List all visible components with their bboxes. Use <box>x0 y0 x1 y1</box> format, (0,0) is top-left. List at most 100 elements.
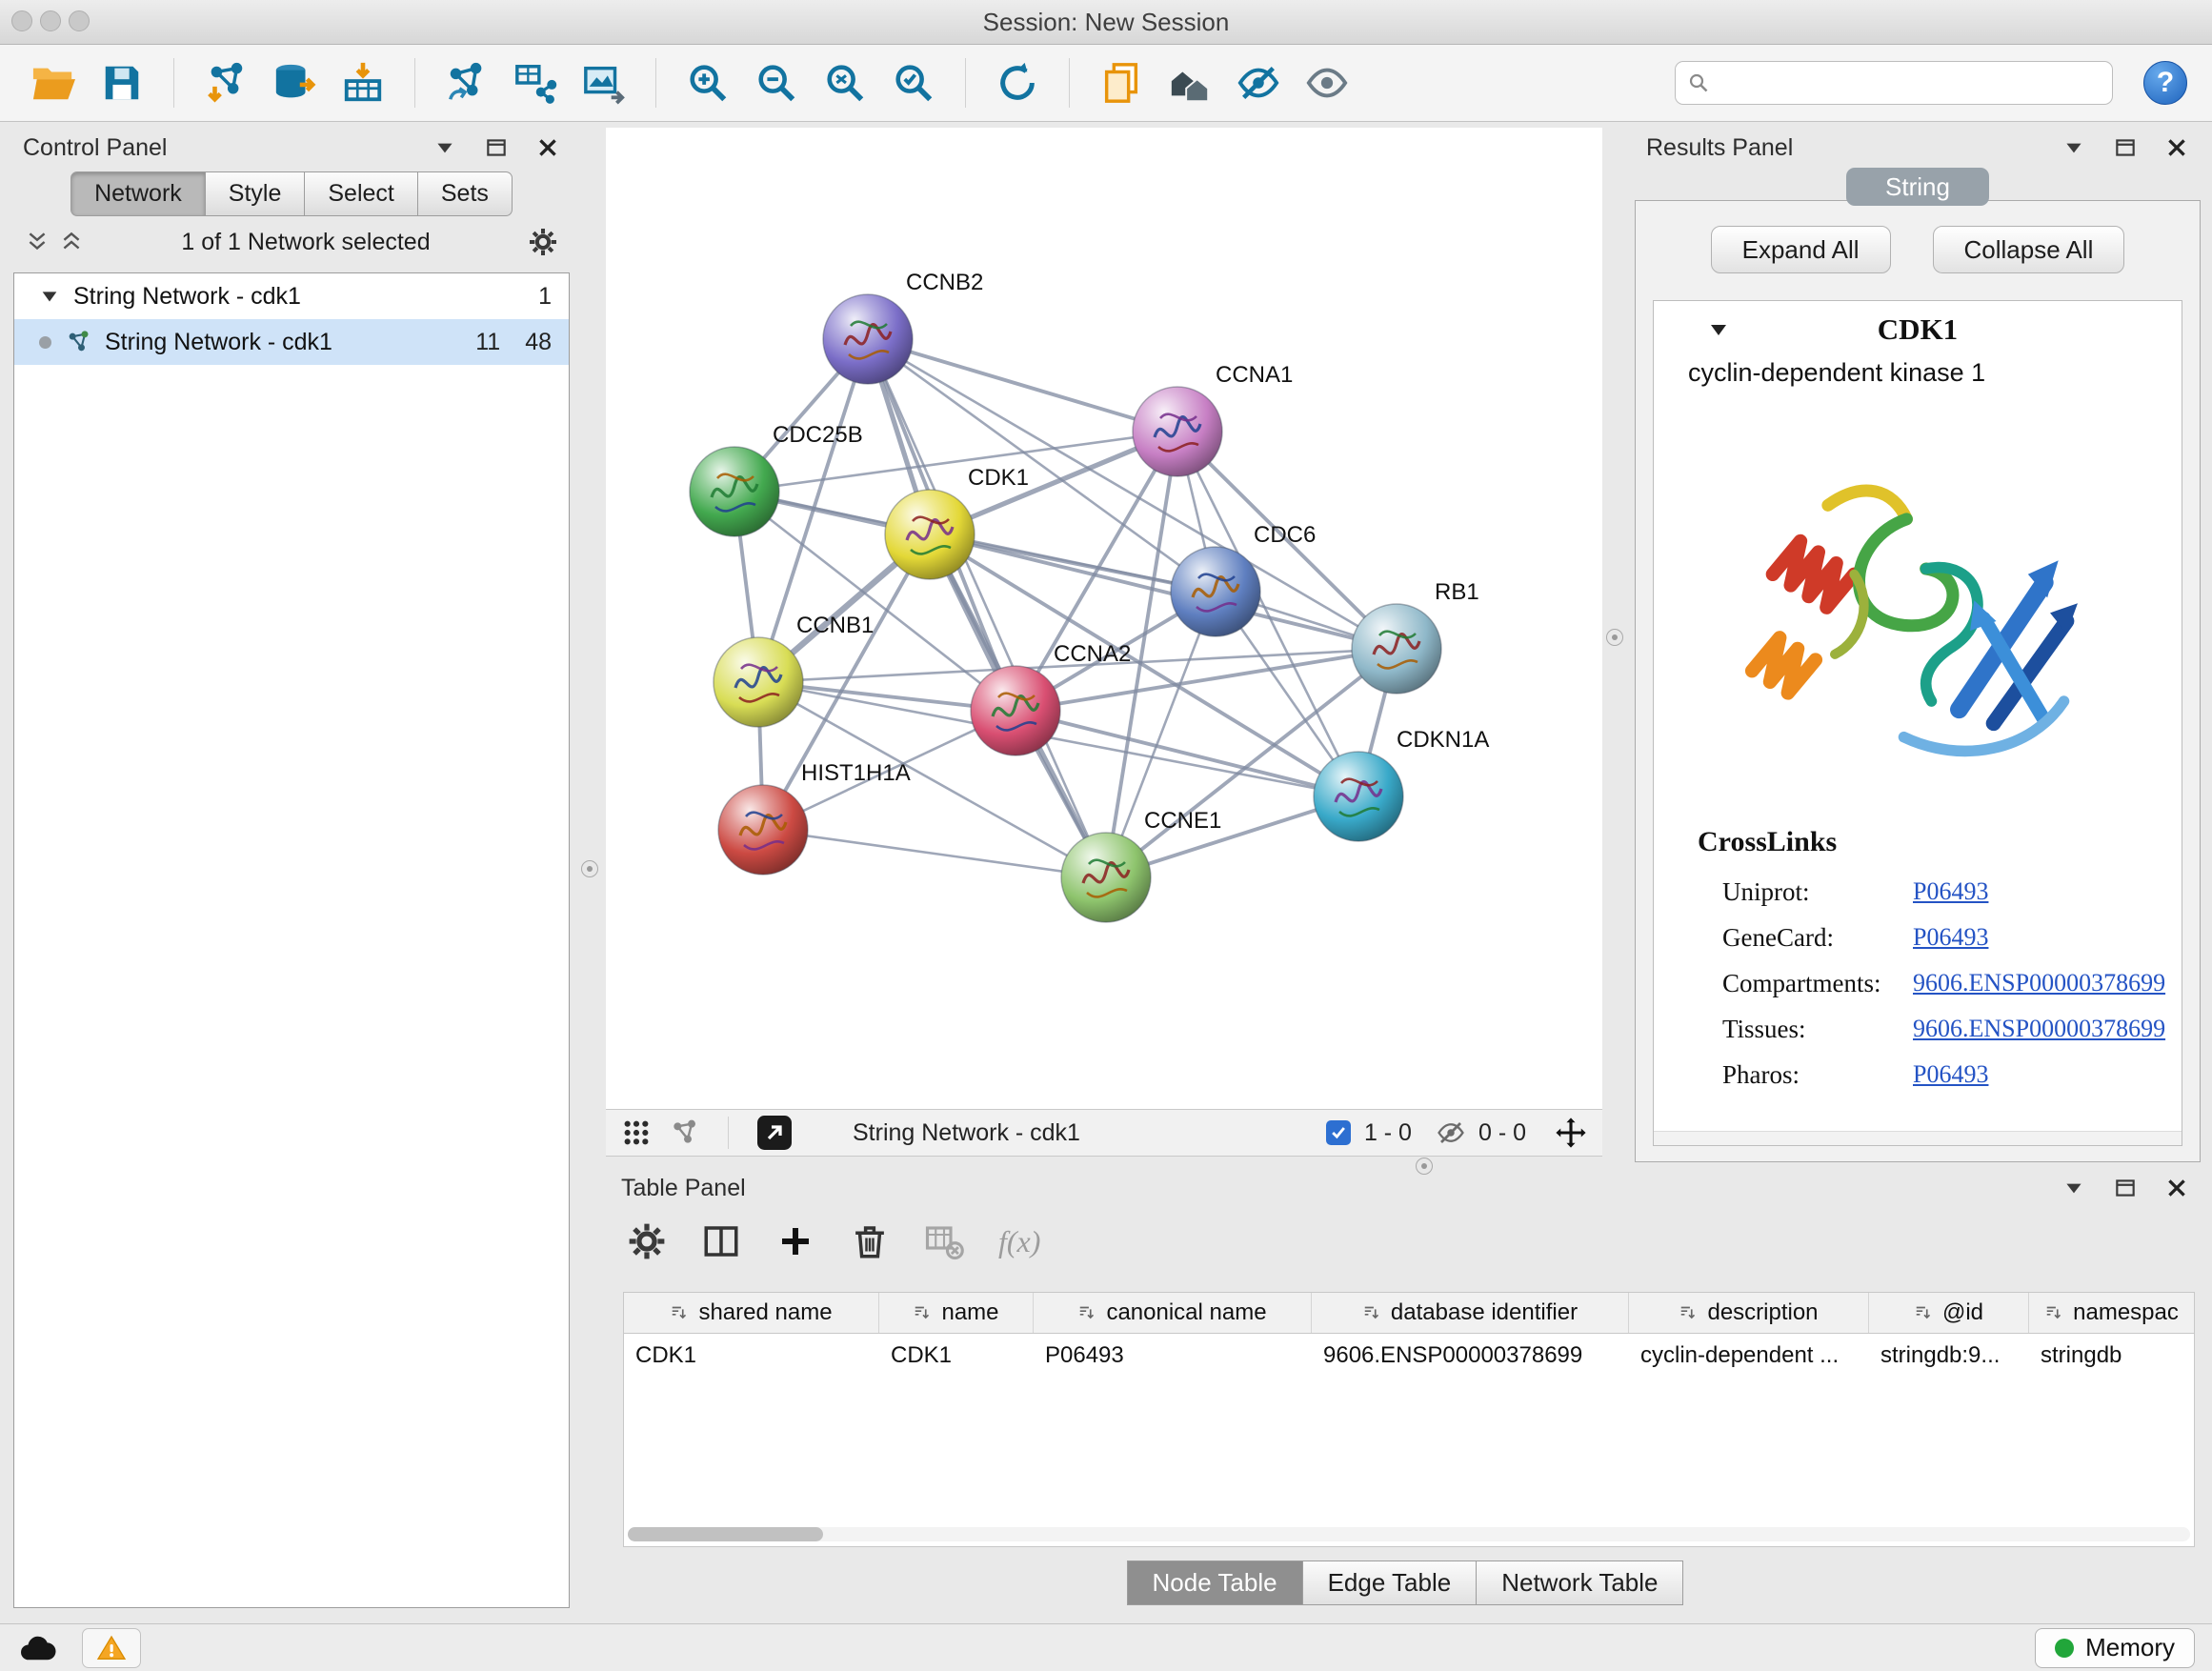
help-button[interactable]: ? <box>2143 61 2187 105</box>
network-edge[interactable] <box>763 830 1106 877</box>
network-node-CDKN1A[interactable] <box>1314 752 1403 841</box>
export-image-button[interactable] <box>575 54 633 111</box>
close-icon[interactable] <box>535 135 560 160</box>
refresh-button[interactable] <box>989 54 1046 111</box>
chevron-down-icon[interactable] <box>2061 135 2086 160</box>
tab-node-table[interactable]: Node Table <box>1127 1560 1303 1605</box>
zoom-out-button[interactable] <box>748 54 805 111</box>
delete-column-trash-icon[interactable] <box>850 1221 890 1261</box>
tab-edge-table[interactable]: Edge Table <box>1303 1560 1478 1605</box>
disclosure-triangle-icon[interactable] <box>1707 318 1730 341</box>
network-node-CDC6[interactable] <box>1171 547 1260 636</box>
crosslink-link[interactable]: P06493 <box>1913 1060 1988 1090</box>
column-header[interactable]: description <box>1629 1293 1869 1333</box>
float-window-icon[interactable] <box>484 135 509 160</box>
network-node-CCNA1[interactable] <box>1133 387 1222 476</box>
table-cell[interactable]: stringdb <box>2029 1334 2194 1378</box>
share-network-icon[interactable] <box>669 1117 699 1148</box>
table-cell[interactable]: cyclin-dependent ... <box>1629 1334 1869 1378</box>
network-node-CCNA2[interactable] <box>971 666 1060 755</box>
horizontal-scrollbar[interactable] <box>628 1527 2190 1541</box>
table-cell[interactable]: P06493 <box>1034 1334 1312 1378</box>
column-header[interactable]: canonical name <box>1034 1293 1312 1333</box>
network-collection-row[interactable]: String Network - cdk1 1 <box>14 273 569 319</box>
table-row[interactable]: CDK1 CDK1 P06493 9606.ENSP00000378699 cy… <box>624 1334 2194 1378</box>
expand-all-button[interactable]: Expand All <box>1711 226 1891 273</box>
network-edge[interactable] <box>868 339 1106 877</box>
tab-network[interactable]: Network <box>70 171 206 216</box>
crosslink-link[interactable]: P06493 <box>1913 877 1988 907</box>
copy-document-button[interactable] <box>1093 54 1150 111</box>
homes-button[interactable] <box>1161 54 1218 111</box>
splitter-handle[interactable] <box>581 860 598 877</box>
tab-string[interactable]: String <box>1846 168 1989 206</box>
network-node-RB1[interactable] <box>1352 604 1441 694</box>
column-header[interactable]: @id <box>1869 1293 2029 1333</box>
network-node-HIST1H1A[interactable] <box>718 785 808 875</box>
close-icon[interactable] <box>2164 1176 2189 1200</box>
network-node-CCNB2[interactable] <box>823 294 913 384</box>
column-header[interactable]: database identifier <box>1312 1293 1629 1333</box>
open-session-button[interactable] <box>25 54 82 111</box>
birds-eye-grid-icon[interactable] <box>621 1117 652 1148</box>
network-node-CCNE1[interactable] <box>1061 833 1151 922</box>
network-edge[interactable] <box>868 339 1177 432</box>
disclosure-triangle-icon[interactable] <box>39 286 60 307</box>
save-session-button[interactable] <box>93 54 151 111</box>
network-view-canvas[interactable]: CCNB2CCNA1CDC25BCDK1CDC6RB1CCNB1CCNA2CDK… <box>606 128 1602 1109</box>
collapse-all-tree-icon[interactable] <box>25 230 50 254</box>
cloud-icon[interactable] <box>17 1628 57 1668</box>
table-settings-gear-icon[interactable] <box>627 1221 667 1261</box>
table-cell[interactable]: stringdb:9... <box>1869 1334 2029 1378</box>
scrollbar-thumb[interactable] <box>628 1527 823 1541</box>
collapse-all-button[interactable]: Collapse All <box>1933 226 2125 273</box>
network-node-CDC25B[interactable] <box>690 447 779 536</box>
import-network-database-button[interactable] <box>266 54 323 111</box>
add-column-icon[interactable] <box>775 1221 815 1261</box>
network-edge[interactable] <box>930 534 1397 649</box>
hidden-eye-slash-icon[interactable] <box>1437 1118 1465 1147</box>
table-cell[interactable]: CDK1 <box>879 1334 1034 1378</box>
network-node-CCNB1[interactable] <box>714 637 803 727</box>
crosslink-link[interactable]: P06493 <box>1913 923 1988 953</box>
column-header[interactable]: shared name <box>624 1293 879 1333</box>
table-cell[interactable]: CDK1 <box>624 1334 879 1378</box>
close-icon[interactable] <box>2164 135 2189 160</box>
column-header[interactable]: name <box>879 1293 1034 1333</box>
chevron-down-icon[interactable] <box>432 135 457 160</box>
column-header[interactable]: namespac <box>2029 1293 2194 1333</box>
import-table-button[interactable] <box>334 54 392 111</box>
open-in-new-icon[interactable] <box>757 1116 792 1150</box>
float-window-icon[interactable] <box>2113 1176 2138 1200</box>
hide-glasses-button[interactable] <box>1230 54 1287 111</box>
show-eye-button[interactable] <box>1298 54 1356 111</box>
zoom-selected-button[interactable] <box>885 54 942 111</box>
network-row[interactable]: String Network - cdk1 11 48 <box>14 319 569 365</box>
gear-icon[interactable] <box>528 227 558 257</box>
memory-button[interactable]: Memory <box>2035 1628 2195 1668</box>
zoom-in-button[interactable] <box>679 54 736 111</box>
network-node-CDK1[interactable] <box>885 490 975 579</box>
crosslink-link[interactable]: 9606.ENSP00000378699 <box>1913 969 2165 998</box>
network-edge[interactable] <box>734 492 1216 592</box>
splitter-handle[interactable] <box>1606 629 1623 646</box>
table-cell[interactable]: 9606.ENSP00000378699 <box>1312 1334 1629 1378</box>
select-columns-icon[interactable] <box>701 1221 741 1261</box>
tab-style[interactable]: Style <box>206 171 306 216</box>
tab-sets[interactable]: Sets <box>418 171 513 216</box>
chevron-down-icon[interactable] <box>2061 1176 2086 1200</box>
crosslink-link[interactable]: 9606.ENSP00000378699 <box>1913 1015 2165 1044</box>
new-network-from-table-button[interactable] <box>507 54 564 111</box>
warnings-button[interactable] <box>82 1628 141 1668</box>
zoom-fit-button[interactable] <box>816 54 874 111</box>
expand-all-tree-icon[interactable] <box>59 230 84 254</box>
selected-checkbox-icon[interactable] <box>1326 1120 1351 1145</box>
search-field[interactable] <box>1675 61 2113 105</box>
search-input[interactable] <box>1719 69 2101 97</box>
pan-crosshair-icon[interactable] <box>1555 1117 1587 1149</box>
float-window-icon[interactable] <box>2113 135 2138 160</box>
import-network-file-button[interactable] <box>197 54 254 111</box>
tab-select[interactable]: Select <box>305 171 417 216</box>
new-network-from-selection-button[interactable] <box>438 54 495 111</box>
results-scrollbar[interactable] <box>1654 1131 2182 1145</box>
